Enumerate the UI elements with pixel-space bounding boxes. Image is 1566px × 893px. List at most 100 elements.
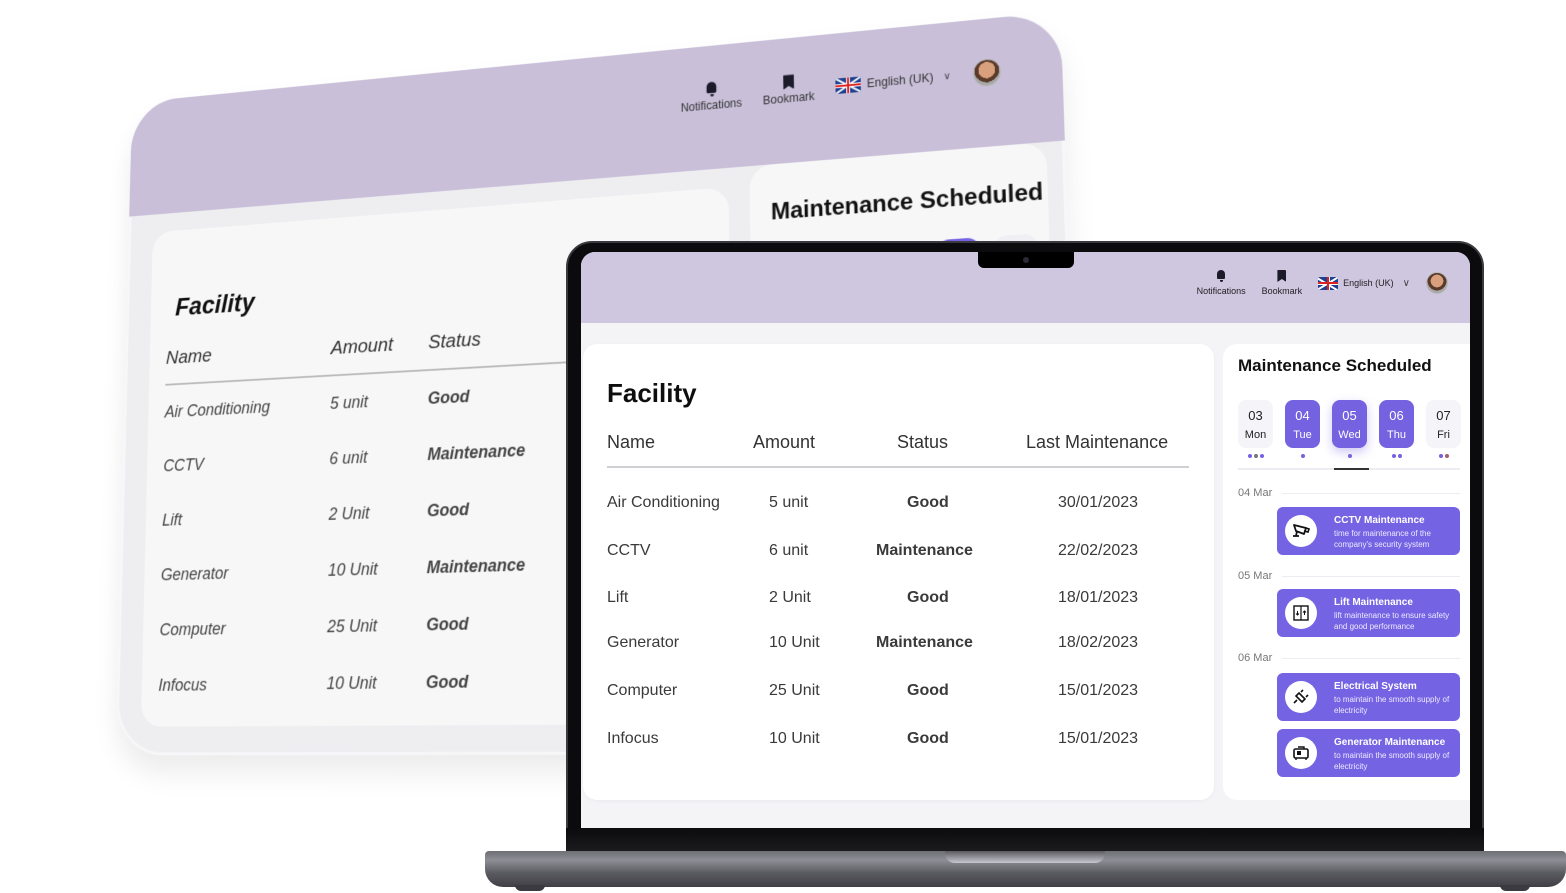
bookmark-icon	[783, 74, 794, 90]
date-label: 05 Mar	[1238, 570, 1279, 582]
day-mon[interactable]: 03 Mon	[1238, 400, 1273, 458]
event-dot	[1391, 454, 1396, 458]
notifications-label: Notifications	[680, 95, 743, 115]
event-description: to maintain the smooth supply of electri…	[1334, 751, 1450, 771]
cell-amount: 6 unit	[329, 447, 368, 469]
maintenance-schedule-panel: Maintenance Scheduled 03 Mon 04 Tue 05 Wed 06 T…	[1223, 344, 1470, 800]
status-badge: Maintenance	[876, 634, 973, 651]
date-label: 04 Mar	[1238, 487, 1279, 499]
cell-name: Generator	[607, 634, 680, 651]
chevron-down-icon: ∨	[1402, 277, 1410, 289]
laptop-foot-right	[1500, 885, 1530, 891]
day-weekday: Mon	[1244, 429, 1267, 441]
cell-last-maintenance: 18/01/2023	[1058, 589, 1139, 606]
cell-amount: 10 Unit	[326, 673, 377, 693]
scroll-indicator-bar[interactable]	[1334, 468, 1369, 470]
cell-name: Computer	[159, 619, 226, 640]
bell-icon	[1216, 270, 1226, 282]
cell-amount: 25 Unit	[327, 615, 378, 637]
facility-title: Facility	[607, 378, 697, 408]
column-header-status: Status	[428, 312, 581, 371]
date-separator: 06 Mar	[1238, 652, 1460, 666]
date-label: 06 Mar	[1238, 652, 1279, 664]
event-card[interactable]: CCTV Maintenance time for maintenance of …	[1277, 507, 1460, 555]
cell-amount: 2 Unit	[769, 589, 811, 606]
tablet-notifications-button[interactable]: Notifications	[680, 81, 743, 115]
camera-notch	[978, 252, 1074, 268]
divider	[1282, 658, 1460, 659]
table-row[interactable]: Air Conditioning 5 unit Good 30/01/2023	[607, 494, 1189, 520]
event-title: Electrical System	[1334, 681, 1417, 692]
notifications-button[interactable]: Notifications	[1197, 270, 1246, 296]
cell-name: Generator	[160, 563, 229, 585]
tablet-language-select[interactable]: English (UK) ∨	[835, 68, 951, 95]
day-picker: 03 Mon 04 Tue 05 Wed 06 Thu 07 Fri	[1238, 400, 1461, 458]
lid-opening-groove	[945, 851, 1105, 863]
event-description: time for maintenance of the company's se…	[1334, 529, 1431, 549]
status-badge: Maintenance	[876, 542, 973, 559]
day-number: 04	[1295, 408, 1310, 423]
language-select[interactable]: English (UK) ∨	[1318, 276, 1410, 290]
event-dot	[1259, 454, 1264, 458]
table-row[interactable]: Computer 25 Unit Good 15/01/2023	[607, 682, 1189, 708]
event-card[interactable]: Lift Maintenance lift maintenance to ensu…	[1277, 589, 1460, 637]
status-badge: Good	[907, 494, 949, 511]
event-dot	[1444, 454, 1449, 458]
cell-amount: 10 Unit	[769, 730, 820, 747]
event-dot	[1300, 454, 1305, 458]
day-number: 07	[1436, 408, 1451, 423]
status-badge: Good	[426, 614, 469, 635]
cell-last-maintenance: 15/01/2023	[1058, 730, 1139, 747]
laptop-foot-left	[515, 885, 545, 891]
cell-last-maintenance: 22/02/2023	[1058, 542, 1139, 559]
cell-amount: 10 Unit	[769, 634, 820, 651]
table-row[interactable]: Lift 2 Unit Good 18/01/2023	[607, 589, 1189, 615]
column-header-amount: Amount	[753, 432, 816, 452]
event-indicator-dots	[1285, 454, 1320, 458]
avatar[interactable]	[972, 57, 1002, 88]
cctv-camera-icon	[1285, 515, 1317, 547]
day-fri[interactable]: 07 Fri	[1426, 400, 1461, 458]
schedule-title: Maintenance Scheduled	[1238, 356, 1432, 375]
cell-amount: 6 unit	[769, 542, 809, 559]
event-indicator-dots	[1379, 454, 1414, 458]
column-header-name: Name	[607, 432, 656, 452]
status-badge: Good	[425, 671, 469, 692]
cell-amount: 2 Unit	[328, 503, 370, 524]
generator-icon	[1285, 737, 1317, 769]
table-row[interactable]: Infocus 10 Unit Good 15/01/2023	[607, 730, 1189, 756]
facility-card: Facility Name Amount Status Last Mainten…	[583, 344, 1214, 800]
day-thu[interactable]: 06 Thu	[1379, 400, 1414, 458]
bookmark-button[interactable]: Bookmark	[1262, 270, 1302, 296]
event-title: CCTV Maintenance	[1334, 515, 1425, 526]
table-row[interactable]: CCTV 6 unit Maintenance 22/02/2023	[607, 542, 1189, 568]
user-avatar[interactable]	[1426, 272, 1448, 294]
cell-name: CCTV	[163, 454, 205, 476]
cell-last-maintenance: 15/01/2023	[1058, 682, 1139, 699]
cell-name: CCTV	[607, 542, 651, 559]
table-row[interactable]: Generator 10 Unit Maintenance 18/02/2023	[607, 634, 1189, 660]
divider	[1282, 493, 1460, 494]
laptop-screen: Notifications Bookmark English (UK) ∨ Fa…	[581, 252, 1470, 828]
uk-flag-icon	[1318, 276, 1339, 290]
cell-name: Computer	[607, 682, 678, 699]
event-card[interactable]: Generator Maintenance to maintain the smo…	[1277, 729, 1460, 777]
camera-icon	[1023, 257, 1029, 263]
elevator-icon	[1285, 597, 1317, 629]
status-badge: Maintenance	[427, 440, 526, 464]
plug-icon	[1285, 681, 1317, 713]
tablet-bookmark-button[interactable]: Bookmark	[763, 74, 815, 107]
divider	[1282, 576, 1460, 577]
column-header-status: Status	[897, 432, 949, 452]
event-dot	[1397, 454, 1402, 458]
cell-amount: 10 Unit	[327, 559, 378, 580]
day-wed[interactable]: 05 Wed	[1332, 400, 1367, 458]
event-indicator-dots	[1238, 454, 1273, 458]
event-card[interactable]: Electrical System to maintain the smooth …	[1277, 673, 1460, 721]
date-separator: 05 Mar	[1238, 570, 1460, 584]
cell-name: Infocus	[607, 730, 659, 747]
day-weekday: Fri	[1437, 429, 1450, 441]
status-badge: Good	[907, 589, 949, 606]
day-tue[interactable]: 04 Tue	[1285, 400, 1320, 458]
cell-name: Lift	[162, 510, 183, 530]
